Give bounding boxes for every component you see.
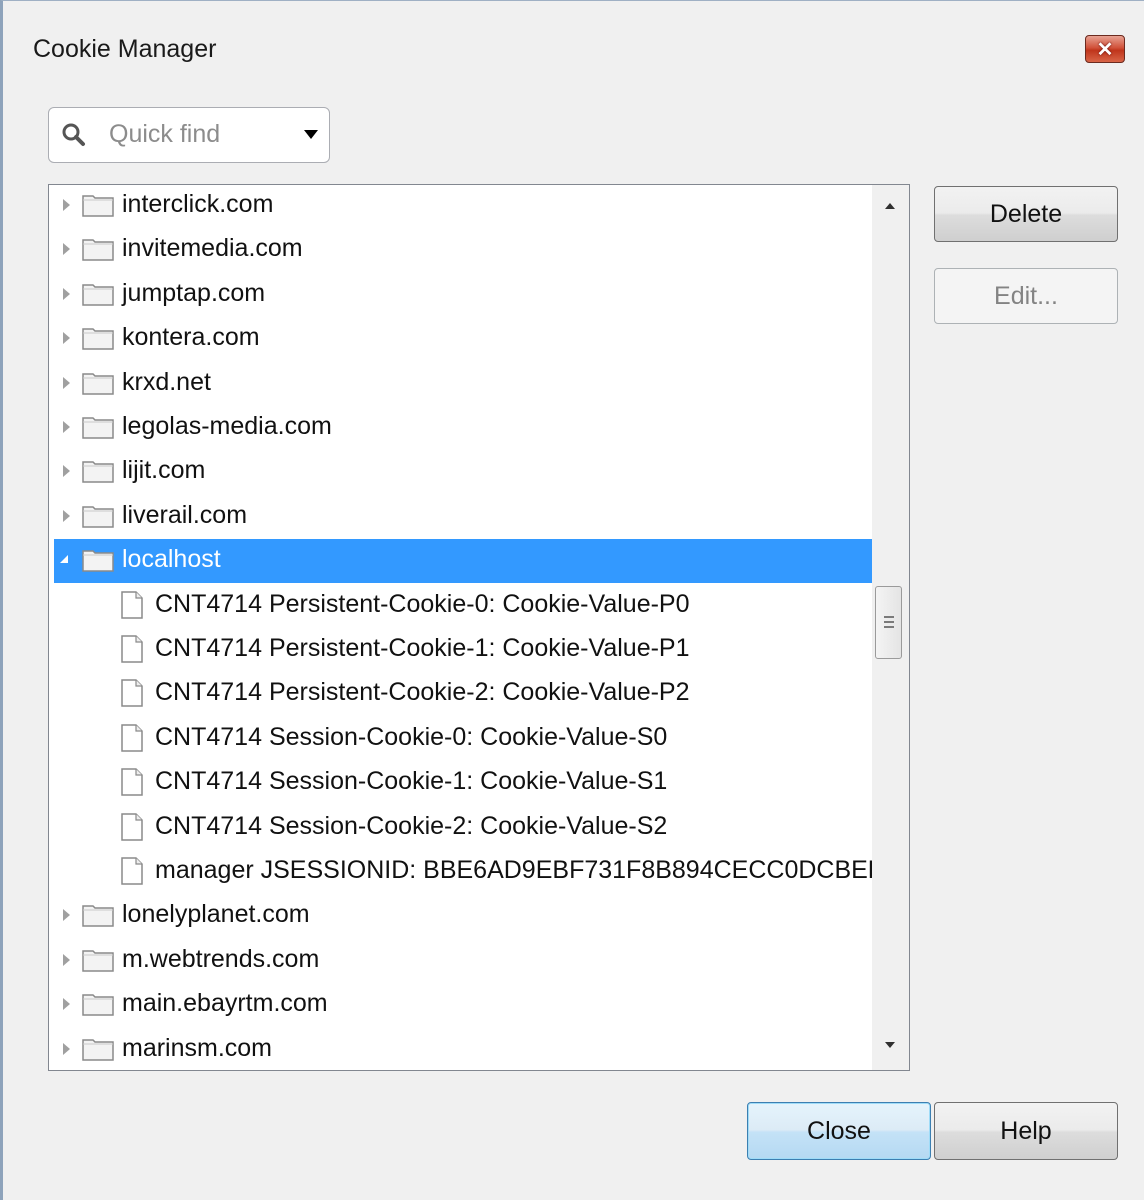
window-title: Cookie Manager: [33, 35, 217, 63]
tree-item-label: lijit.com: [122, 456, 206, 484]
vertical-scrollbar[interactable]: [872, 185, 909, 1070]
help-button[interactable]: Help: [934, 1102, 1118, 1160]
folder-icon: [82, 282, 114, 306]
tree-item-cookie[interactable]: CNT4714 Persistent-Cookie-2: Cookie-Valu…: [49, 672, 872, 716]
tree-item-cookie[interactable]: manager JSESSIONID: BBE6AD9EBF731F8B894C…: [49, 850, 909, 894]
folder-icon: [82, 326, 114, 350]
search-icon: [62, 123, 85, 146]
folder-icon: [82, 459, 114, 483]
tree-item-cookie[interactable]: CNT4714 Session-Cookie-1: Cookie-Value-S…: [49, 761, 872, 805]
tree-item-label: CNT4714 Persistent-Cookie-2: Cookie-Valu…: [155, 678, 690, 706]
cookie-file-icon: [121, 857, 143, 885]
expand-triangle-icon[interactable]: [60, 555, 68, 563]
tree-item-label: interclick.com: [122, 190, 274, 218]
tree-item-label: lonelyplanet.com: [122, 900, 310, 928]
scroll-down-arrow[interactable]: [872, 1022, 909, 1070]
tree-item-label: main.ebayrtm.com: [122, 989, 328, 1017]
tree-item-label: legolas-media.com: [122, 412, 332, 440]
edit-button[interactable]: Edit...: [934, 268, 1118, 324]
collapse-triangle-icon[interactable]: [63, 510, 70, 522]
collapse-triangle-icon[interactable]: [63, 199, 70, 211]
tree-item-domain[interactable]: m.webtrends.com: [49, 939, 872, 983]
folder-icon: [82, 548, 114, 572]
collapse-triangle-icon[interactable]: [63, 1043, 70, 1055]
folder-icon: [82, 504, 114, 528]
tree-item-cookie[interactable]: CNT4714 Session-Cookie-0: Cookie-Value-S…: [49, 717, 872, 761]
tree-item-label: CNT4714 Session-Cookie-2: Cookie-Value-S…: [155, 812, 668, 840]
tree-item-label: jumptap.com: [122, 279, 266, 307]
cookie-file-icon: [121, 813, 143, 841]
cookie-tree[interactable]: interclick.com invitemedia.com jumptap.com…: [48, 184, 910, 1071]
folder-icon: [82, 193, 114, 217]
cookie-file-icon: [121, 679, 143, 707]
collapse-triangle-icon[interactable]: [63, 332, 70, 344]
tree-item-domain[interactable]: krxd.net: [49, 362, 872, 406]
tree-item-domain[interactable]: marinsm.com: [49, 1028, 872, 1070]
collapse-triangle-icon[interactable]: [63, 377, 70, 389]
chevron-down-icon[interactable]: [304, 130, 318, 139]
tree-item-domain[interactable]: localhost: [54, 539, 872, 583]
delete-button[interactable]: Delete: [934, 186, 1118, 242]
cookie-manager-window: Cookie Manager ✕ Quick find interclick.c…: [0, 0, 1144, 1200]
grip-line: [884, 621, 894, 623]
folder-icon: [82, 415, 114, 439]
title-bar[interactable]: Cookie Manager ✕: [3, 1, 1144, 96]
folder-icon: [82, 237, 114, 261]
folder-icon: [82, 371, 114, 395]
cookie-file-icon: [121, 635, 143, 663]
tree-item-domain[interactable]: lijit.com: [49, 450, 872, 494]
tree-item-domain[interactable]: lonelyplanet.com: [49, 894, 872, 938]
tree-item-label: CNT4714 Persistent-Cookie-0: Cookie-Valu…: [155, 590, 690, 618]
tree-item-label: liverail.com: [122, 501, 248, 529]
tree-item-label: marinsm.com: [122, 1034, 273, 1062]
tree-item-label: CNT4714 Session-Cookie-1: Cookie-Value-S…: [155, 767, 668, 795]
window-close-button[interactable]: ✕: [1085, 35, 1125, 63]
tree-item-label: m.webtrends.com: [122, 945, 320, 973]
tree-item-cookie[interactable]: CNT4714 Persistent-Cookie-1: Cookie-Valu…: [49, 628, 872, 672]
tree-item-label: manager JSESSIONID: BBE6AD9EBF731F8B894C…: [155, 856, 910, 884]
collapse-triangle-icon[interactable]: [63, 998, 70, 1010]
cookie-file-icon: [121, 724, 143, 752]
collapse-triangle-icon[interactable]: [63, 243, 70, 255]
folder-icon: [82, 903, 114, 927]
quick-find-search[interactable]: Quick find: [48, 107, 330, 163]
tree-item-domain[interactable]: jumptap.com: [49, 273, 872, 317]
tree-item-label: krxd.net: [122, 368, 211, 396]
collapse-triangle-icon[interactable]: [63, 954, 70, 966]
collapse-triangle-icon[interactable]: [63, 288, 70, 300]
folder-icon: [82, 948, 114, 972]
close-button[interactable]: Close: [747, 1102, 931, 1160]
tree-item-domain[interactable]: main.ebayrtm.com: [49, 983, 872, 1027]
collapse-triangle-icon[interactable]: [63, 421, 70, 433]
scroll-thumb[interactable]: [875, 586, 902, 659]
collapse-triangle-icon[interactable]: [63, 465, 70, 477]
tree-item-cookie[interactable]: CNT4714 Persistent-Cookie-0: Cookie-Valu…: [49, 584, 872, 628]
grip-line: [884, 626, 894, 628]
collapse-triangle-icon[interactable]: [63, 909, 70, 921]
scroll-up-arrow[interactable]: [872, 185, 909, 233]
tree-item-domain[interactable]: interclick.com: [49, 185, 872, 228]
grip-line: [884, 616, 894, 618]
cookie-file-icon: [121, 768, 143, 796]
tree-item-label: CNT4714 Session-Cookie-0: Cookie-Value-S…: [155, 723, 668, 751]
tree-item-label: kontera.com: [122, 323, 260, 351]
tree-item-domain[interactable]: liverail.com: [49, 495, 872, 539]
close-icon: ✕: [1096, 38, 1114, 61]
tree-item-label: invitemedia.com: [122, 234, 303, 262]
tree-item-domain[interactable]: invitemedia.com: [49, 228, 872, 272]
folder-icon: [82, 1037, 114, 1061]
tree-item-cookie[interactable]: CNT4714 Session-Cookie-2: Cookie-Value-S…: [49, 806, 872, 850]
tree-item-label: CNT4714 Persistent-Cookie-1: Cookie-Valu…: [155, 634, 690, 662]
search-placeholder: Quick find: [109, 120, 221, 148]
cookie-file-icon: [121, 591, 143, 619]
tree-item-label: localhost: [122, 545, 221, 573]
tree-item-domain[interactable]: kontera.com: [49, 317, 872, 361]
folder-icon: [82, 992, 114, 1016]
tree-item-domain[interactable]: legolas-media.com: [49, 406, 872, 450]
